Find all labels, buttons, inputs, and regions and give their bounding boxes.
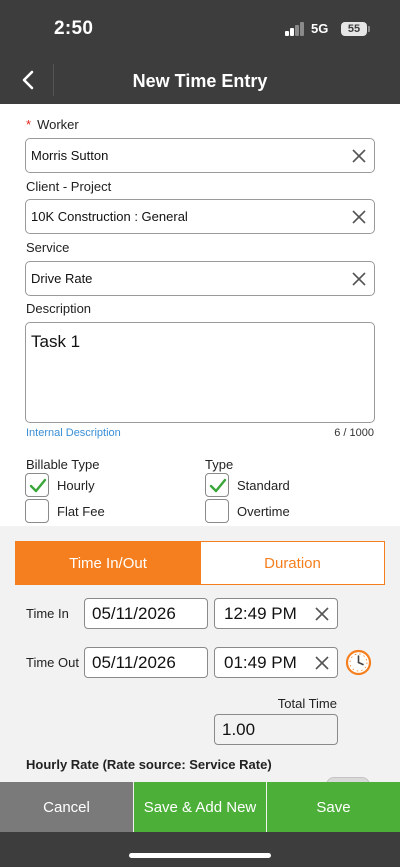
time-in-time-value: 12:49 PM [224,604,297,623]
hourly-rate-label: Hourly Rate (Rate source: Service Rate) [26,757,272,772]
network-indicator: 5G [311,21,328,36]
battery-tip [368,26,370,32]
type-label: Type [205,457,234,472]
worker-value: Morris Sutton [31,148,109,163]
worker-field[interactable]: Morris Sutton [25,138,375,173]
client-project-field[interactable]: 10K Construction : General [25,199,375,234]
time-in-label: Time In [26,606,69,621]
home-indicator-area [0,832,400,867]
standard-checkbox[interactable] [205,473,229,497]
overtime-label: Overtime [237,504,290,519]
time-out-date-input[interactable]: 05/11/2026 [84,647,208,678]
standard-label: Standard [237,478,290,493]
cancel-button[interactable]: Cancel [0,782,133,832]
required-mark: * [26,117,32,132]
network-label: 5G [311,21,329,36]
hourly-label: Hourly [57,478,95,493]
time-out-time-input[interactable]: 01:49 PM [214,647,338,678]
time-out-time-value: 01:49 PM [224,653,297,672]
status-time: 2:50 [54,18,94,39]
flat-fee-label: Flat Fee [57,504,105,519]
service-field[interactable]: Drive Rate [25,261,375,296]
clear-client-project-icon[interactable] [350,208,368,226]
total-time-label: Total Time [277,696,337,711]
service-value: Drive Rate [31,271,93,286]
home-indicator[interactable] [129,853,271,858]
description-textarea[interactable]: Task 1 [25,322,375,423]
client-project-value: 10K Construction : General [31,209,188,224]
save-and-add-new-button[interactable]: Save & Add New [134,782,266,832]
clear-time-in-icon[interactable] [313,605,331,623]
clear-time-out-icon[interactable] [313,654,331,672]
hourly-checkbox[interactable] [25,473,49,497]
total-time-value: 1.00 [214,714,338,745]
time-in-time-input[interactable]: 12:49 PM [214,598,338,629]
time-out-label: Time Out [26,655,79,670]
description-label: Description [26,301,92,316]
checkmark-icon [209,478,227,493]
flat-fee-checkbox[interactable] [25,499,49,523]
clear-worker-icon[interactable] [350,147,368,165]
overtime-checkbox[interactable] [205,499,229,523]
client-project-label: Client - Project [26,179,112,194]
tab-time-in-out[interactable]: Time In/Out [15,541,201,585]
billable-type-label: Billable Type [26,457,100,472]
service-label: Service [26,240,70,255]
worker-label-text: Worker [37,117,79,132]
page-title: New Time Entry [132,71,268,91]
signal-icon [285,22,307,36]
character-counter: 6 / 1000 [334,427,374,439]
time-in-date-input[interactable]: 05/11/2026 [84,598,208,629]
battery-level: 55 [347,23,361,35]
clock-icon[interactable] [345,649,372,676]
battery-icon: 55 [341,22,367,36]
tab-duration[interactable]: Duration [200,541,385,585]
checkmark-icon [29,478,47,493]
internal-description-link[interactable]: Internal Description [26,427,121,439]
status-bar: 2:50 5G 55 [0,0,400,56]
save-button[interactable]: Save [267,782,400,832]
worker-label: * Worker [26,117,79,132]
description-value: Task 1 [31,332,81,351]
clear-service-icon[interactable] [350,270,368,288]
app-header: New Time Entry [0,56,400,104]
